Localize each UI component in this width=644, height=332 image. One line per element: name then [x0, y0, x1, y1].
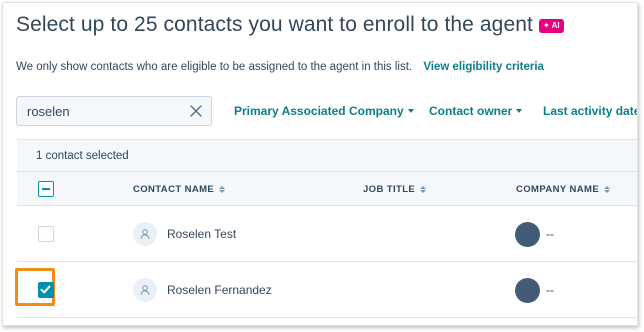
filter-label: Primary Associated Company [234, 104, 404, 118]
contact-name[interactable]: Roselen Test [167, 227, 236, 241]
contact-name-cell: Roselen Test [133, 206, 236, 262]
column-contact-name[interactable]: CONTACT NAME [133, 172, 226, 206]
column-job-title[interactable]: JOB TITLE [363, 172, 427, 206]
checkmark-icon [40, 285, 51, 294]
enroll-contacts-panel: Select up to 25 contacts you want to enr… [2, 2, 638, 326]
table-row [17, 318, 637, 325]
company-cell: -- [515, 262, 554, 318]
contact-name-cell: Roselen Fernandez [133, 262, 272, 318]
sort-icon[interactable] [420, 185, 427, 193]
table-row[interactable]: Roselen Fernandez -- [17, 262, 637, 318]
column-company-name[interactable]: COMPANY NAME [516, 172, 611, 206]
company-cell: -- [515, 206, 554, 262]
selection-summary: 1 contact selected [17, 140, 637, 172]
company-logo [515, 221, 540, 247]
company-logo [515, 277, 540, 303]
select-all-checkbox[interactable] [38, 181, 54, 197]
filter-last-activity[interactable]: Last activity date [543, 104, 638, 118]
title-row: Select up to 25 contacts you want to enr… [16, 13, 564, 37]
eligibility-note: We only show contacts who are eligible t… [16, 61, 544, 73]
selected-count: 1 contact selected [36, 149, 129, 162]
column-label: COMPANY NAME [516, 183, 600, 195]
table-header: CONTACT NAME JOB TITLE COMPANY NAME [17, 172, 637, 206]
person-icon [133, 278, 157, 302]
caret-down-icon [407, 109, 414, 113]
close-icon[interactable] [181, 97, 211, 125]
search-input[interactable]: roselen [27, 104, 181, 119]
filter-primary-company[interactable]: Primary Associated Company [234, 104, 414, 118]
column-label: JOB TITLE [363, 183, 416, 195]
contacts-table: 1 contact selected CONTACT NAME JOB TITL… [17, 139, 637, 325]
row-checkbox[interactable] [38, 282, 54, 298]
company-name: -- [546, 227, 554, 241]
table-row[interactable]: Roselen Test -- [17, 206, 637, 262]
filter-label: Contact owner [429, 104, 513, 118]
caret-down-icon [516, 109, 523, 113]
person-icon [133, 222, 157, 246]
company-name: -- [546, 283, 554, 297]
ai-badge: ✦ AI [538, 19, 564, 33]
view-eligibility-link[interactable]: View eligibility criteria [423, 61, 544, 73]
sort-icon[interactable] [604, 185, 611, 193]
contact-name[interactable]: Roselen Fernandez [167, 283, 272, 297]
page-title: Select up to 25 contacts you want to enr… [16, 13, 533, 36]
search-field[interactable]: roselen [16, 96, 212, 126]
filter-label: Last activity date [543, 104, 638, 118]
eligibility-text: We only show contacts who are eligible t… [16, 61, 413, 73]
sort-icon[interactable] [219, 185, 226, 193]
filter-contact-owner[interactable]: Contact owner [429, 104, 523, 118]
column-label: CONTACT NAME [133, 183, 215, 195]
row-checkbox[interactable] [38, 226, 54, 242]
